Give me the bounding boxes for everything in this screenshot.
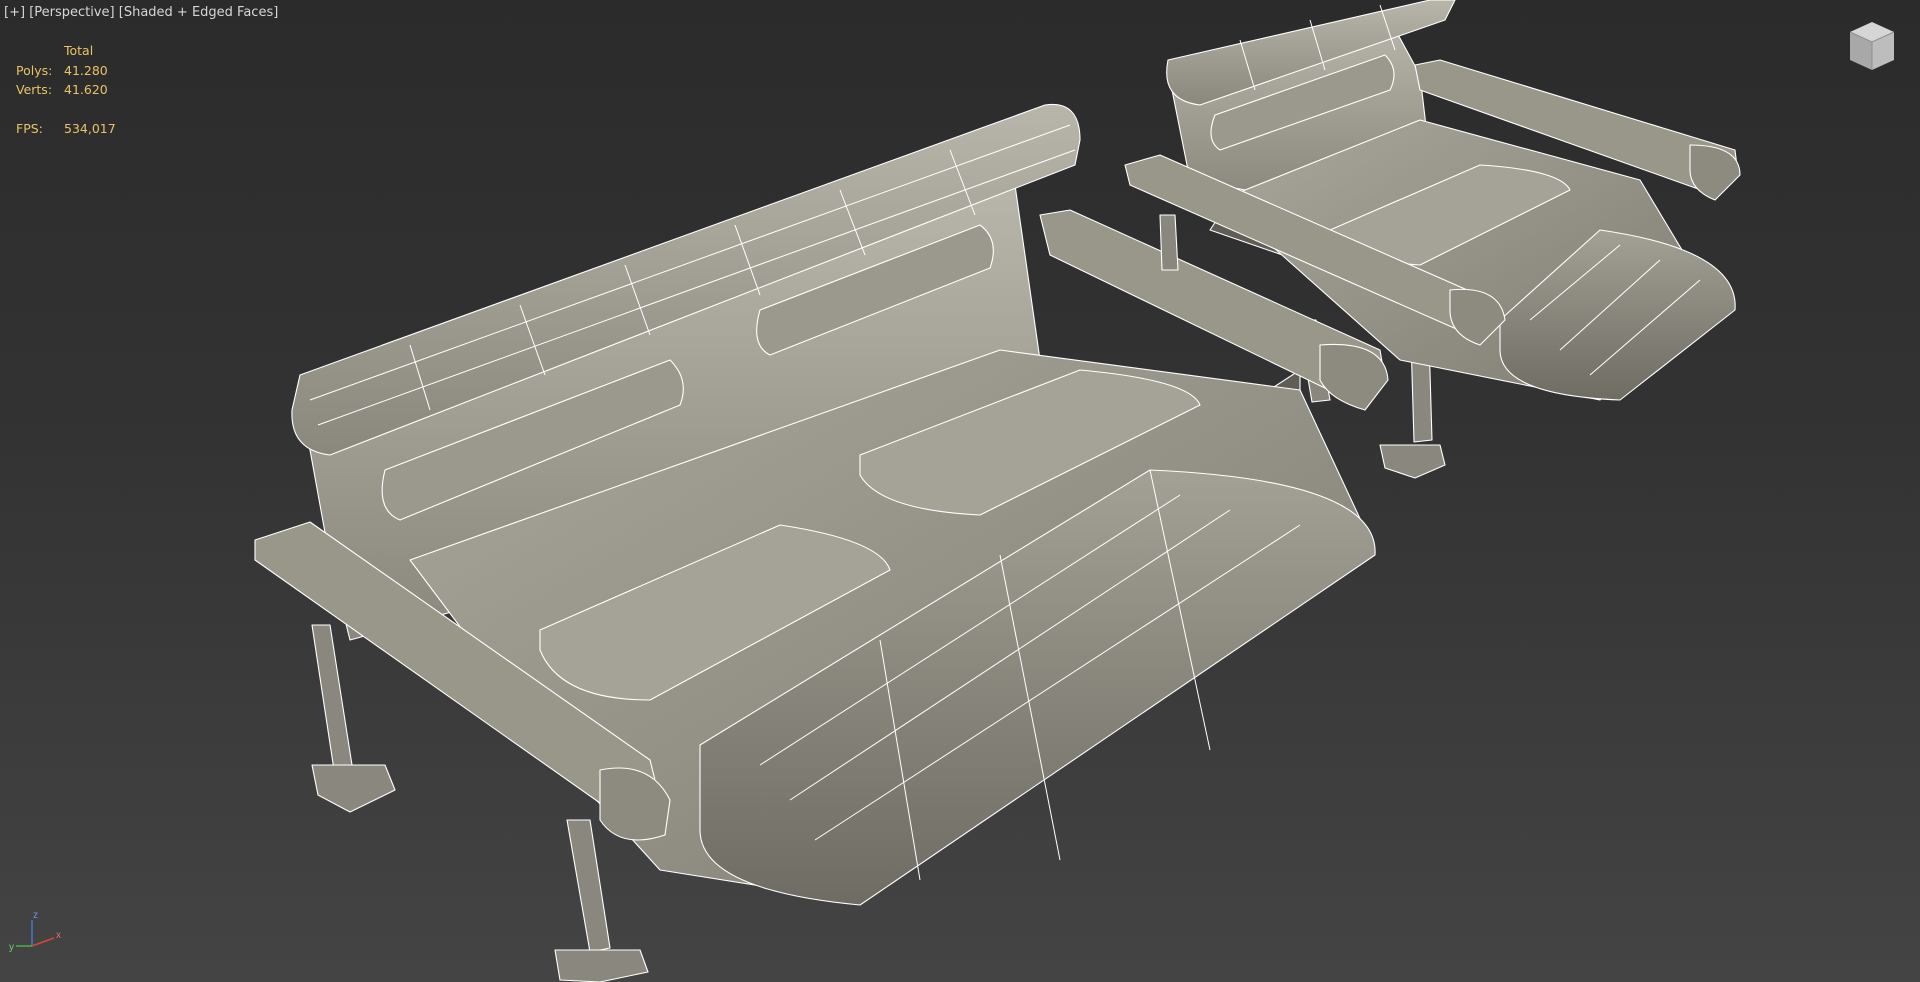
viewport-scene[interactable]	[0, 0, 1920, 982]
stats-fps-label: FPS:	[16, 120, 43, 136]
sofa-mesh[interactable]	[254, 103, 1389, 982]
axis-tripod: z x y	[9, 910, 61, 953]
stats-polys-label: Polys:	[16, 62, 53, 78]
stats-polys-value: 41.280	[64, 62, 108, 78]
viewport-menu-shading[interactable]: [Shaded + Edged Faces]	[119, 5, 279, 20]
viewport-menu-view[interactable]: [Perspective]	[29, 5, 114, 20]
viewcube-icon[interactable]	[1846, 20, 1898, 76]
axis-z-label: z	[33, 910, 38, 921]
axis-x-label: x	[56, 930, 61, 941]
viewport-label: [+] [Perspective] [Shaded + Edged Faces]	[4, 5, 278, 20]
stats-header: Total	[64, 43, 94, 58]
statistics-overlay: Total Polys: 41.280 Verts: 41.620 FPS: 534,…	[16, 41, 116, 138]
axis-y-label: y	[9, 942, 14, 953]
viewport-menu-plus[interactable]: [+]	[4, 5, 25, 20]
stats-verts-label: Verts:	[16, 82, 53, 97]
stats-fps-value: 534,017	[64, 120, 116, 136]
stats-verts-value: 41.620	[64, 82, 108, 97]
viewcube[interactable]	[1846, 20, 1898, 76]
